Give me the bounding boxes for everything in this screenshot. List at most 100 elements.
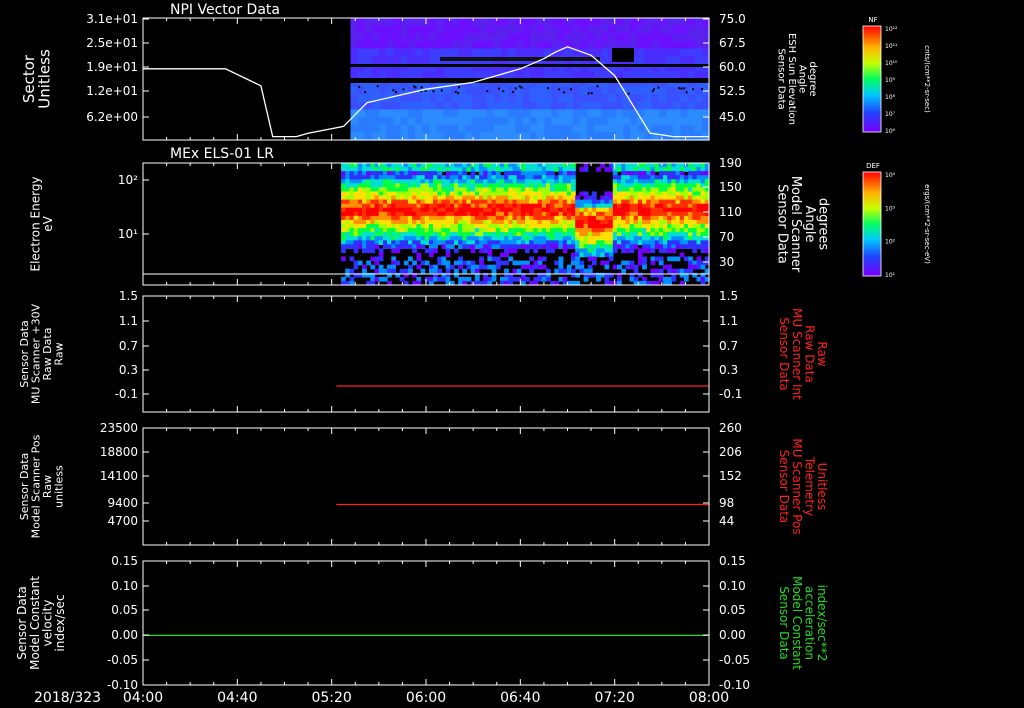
panel-title: NPI Vector Data: [170, 2, 280, 18]
y2-tick-label: 0.7: [719, 339, 738, 353]
els-heatmap-cell: [650, 207, 656, 213]
sector-heatmap-cell: [486, 124, 495, 133]
els-heatmap-cell: [571, 224, 576, 229]
els-heatmap-cell: [550, 163, 555, 168]
els-heatmap-cell: [500, 207, 505, 213]
y2-tick-label: 152: [719, 469, 742, 483]
els-heatmap-cell: [416, 264, 422, 270]
els-heatmap-cell: [403, 183, 409, 188]
els-heatmap-cell: [633, 179, 639, 184]
els-heatmap-cell: [420, 211, 426, 217]
sector-heatmap-cell: [572, 33, 581, 42]
sector-heatmap-cell: [422, 25, 430, 34]
sector-heatmap-cell: [522, 94, 531, 103]
els-heatmap-cell: [554, 215, 560, 221]
els-heatmap-cell: [663, 236, 668, 241]
els-heatmap-cell: [625, 211, 631, 217]
els-heatmap-cell: [700, 171, 706, 176]
sector-heatmap-cell: [666, 56, 674, 65]
els-heatmap-cell: [512, 248, 518, 254]
els-heatmap-cell: [688, 224, 693, 229]
els-heatmap-cell: [654, 256, 660, 262]
els-heatmap-cell: [424, 240, 430, 245]
els-heatmap-cell: [533, 163, 539, 168]
els-heatmap-cell: [575, 228, 580, 233]
els-heatmap-cell: [479, 207, 484, 213]
els-heatmap-cell: [462, 228, 468, 233]
sector-heatmap-cell: [508, 25, 517, 34]
sector-heatmap-cell: [515, 132, 524, 141]
els-heatmap-cell: [412, 240, 417, 245]
colorbar-tick-label: 10³: [885, 205, 896, 212]
sector-heatmap-cell: [680, 94, 689, 103]
els-heatmap-cell: [688, 215, 693, 221]
els-heatmap-cell: [462, 260, 468, 266]
sector-heatmap-cell: [422, 33, 430, 42]
els-heatmap-cell: [654, 224, 660, 229]
els-heatmap-cell: [487, 203, 493, 209]
els-heatmap-cell: [575, 195, 580, 201]
els-heatmap-cell: [683, 236, 689, 241]
els-heatmap-cell: [571, 260, 576, 266]
els-heatmap-cell: [562, 244, 568, 249]
els-heatmap-cell: [403, 207, 409, 213]
els-heatmap-cell: [533, 215, 539, 221]
els-heatmap-cell: [696, 207, 702, 213]
sector-heatmap-cell: [522, 40, 531, 50]
els-heatmap-cell: [663, 179, 668, 184]
sector-heatmap-cell: [357, 18, 366, 27]
els-heatmap-cell: [424, 167, 430, 172]
els-heatmap-cell: [533, 183, 539, 188]
els-heatmap-cell: [525, 195, 530, 201]
els-heatmap-cell: [646, 232, 652, 237]
sector-heatmap-cell: [687, 33, 696, 42]
els-heatmap-cell: [642, 244, 647, 249]
els-heatmap-cell: [692, 167, 698, 172]
els-heatmap-cell: [591, 256, 597, 262]
sector-heatmap-cell: [422, 56, 430, 65]
els-heatmap-cell: [474, 179, 480, 184]
els-heatmap-cell: [441, 199, 447, 205]
colorbar-tick-label: 10²: [885, 239, 896, 246]
els-heatmap-cell: [633, 268, 639, 274]
els-heatmap-cell: [583, 203, 589, 209]
els-heatmap-cell: [504, 171, 509, 176]
els-heatmap-cell: [671, 219, 677, 225]
sector-heatmap-cell: [587, 117, 595, 126]
els-heatmap-cell: [650, 191, 656, 197]
els-heatmap-cell: [374, 179, 380, 184]
els-heatmap-cell: [520, 260, 526, 266]
els-heatmap-cell: [433, 199, 438, 205]
sector-heatmap-cell: [479, 33, 488, 42]
els-heatmap-cell: [579, 215, 585, 221]
els-heatmap-cell: [646, 183, 652, 188]
els-heatmap-cell: [558, 236, 564, 241]
els-heatmap-cell: [629, 179, 635, 184]
els-heatmap-cell: [395, 211, 401, 217]
els-heatmap-cell: [341, 199, 346, 205]
els-heatmap-cell: [621, 167, 626, 172]
els-heatmap-cell: [445, 219, 451, 225]
sector-heatmap-cell: [680, 40, 689, 50]
els-heatmap-cell: [671, 163, 677, 168]
els-heatmap-cell: [546, 276, 551, 282]
els-heatmap-cell: [600, 260, 606, 266]
els-heatmap-cell: [374, 167, 380, 172]
els-heatmap-cell: [374, 240, 380, 245]
els-heatmap-cell: [654, 228, 660, 233]
sector-heatmap-cell: [666, 48, 674, 57]
els-heatmap-cell: [562, 276, 568, 282]
sector-heatmap-cell: [551, 132, 560, 141]
els-heatmap-cell: [474, 268, 480, 274]
els-heatmap-cell: [562, 199, 568, 205]
sector-heatmap-cell: [422, 117, 430, 126]
els-heatmap-cell: [370, 248, 376, 254]
els-heatmap-cell: [612, 240, 618, 245]
els-heatmap-cell: [633, 207, 639, 213]
els-heatmap-cell: [495, 244, 501, 249]
els-heatmap-cell: [604, 215, 610, 221]
els-heatmap-cell: [642, 183, 647, 188]
sector-heatmap-cell: [658, 18, 667, 27]
els-heatmap-cell: [445, 244, 451, 249]
els-heatmap-cell: [362, 224, 367, 229]
